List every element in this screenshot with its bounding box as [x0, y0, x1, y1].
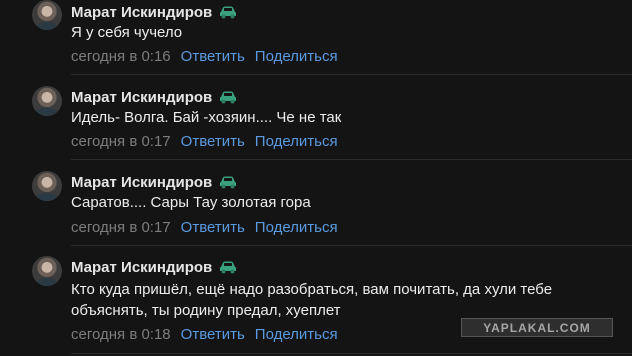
- reply-link[interactable]: Ответить: [181, 133, 245, 150]
- comment-time: сегодня в 0:17: [71, 218, 171, 236]
- car-icon: [220, 91, 237, 104]
- comment-time: сегодня в 0:16: [71, 47, 171, 65]
- comment: Марат Искиндиров Кто куда пришёл, ещё на…: [0, 256, 632, 356]
- car-icon: [220, 176, 237, 189]
- share-link[interactable]: Поделиться: [255, 48, 338, 65]
- reply-link[interactable]: Ответить: [181, 326, 245, 343]
- reply-link[interactable]: Ответить: [181, 219, 245, 236]
- author-name[interactable]: Марат Искиндиров: [71, 89, 212, 106]
- divider: [71, 159, 632, 160]
- avatar[interactable]: [32, 171, 62, 201]
- share-link[interactable]: Поделиться: [255, 133, 338, 150]
- comment-text: Я у себя чучело: [71, 24, 183, 41]
- comment: Марат Искиндиров Я у себя чучело сегодня…: [0, 0, 632, 76]
- comment-text: Кто куда пришёл, ещё надо разобраться, в…: [71, 281, 553, 319]
- comment-text: Саратов.... Сары Тау золотая гора: [71, 194, 311, 211]
- comment-thread: Марат Искиндиров Я у себя чучело сегодня…: [0, 0, 632, 356]
- car-icon: [220, 6, 237, 19]
- reply-link[interactable]: Ответить: [181, 48, 245, 65]
- author-name[interactable]: Марат Искиндиров: [71, 174, 212, 191]
- comment: Марат Искиндиров Саратов.... Сары Тау зо…: [0, 170, 632, 246]
- avatar[interactable]: [32, 86, 62, 116]
- share-link[interactable]: Поделиться: [255, 326, 338, 343]
- author-name[interactable]: Марат Искиндиров: [71, 4, 212, 21]
- car-icon: [220, 261, 237, 274]
- comment-time: сегодня в 0:17: [71, 132, 171, 150]
- divider: [71, 74, 632, 75]
- divider: [71, 245, 632, 246]
- site-watermark: YAPLAKAL.COM: [461, 318, 613, 337]
- comment-text: Идель- Волга. Бай -хозяин.... Че не так: [71, 109, 342, 126]
- comment-time: сегодня в 0:18: [71, 325, 171, 343]
- avatar[interactable]: [32, 0, 62, 30]
- author-name[interactable]: Марат Искиндиров: [71, 259, 212, 276]
- share-link[interactable]: Поделиться: [255, 219, 338, 236]
- avatar[interactable]: [32, 256, 62, 286]
- divider: [71, 353, 632, 354]
- comment: Марат Искиндиров Идель- Волга. Бай -хозя…: [0, 85, 632, 161]
